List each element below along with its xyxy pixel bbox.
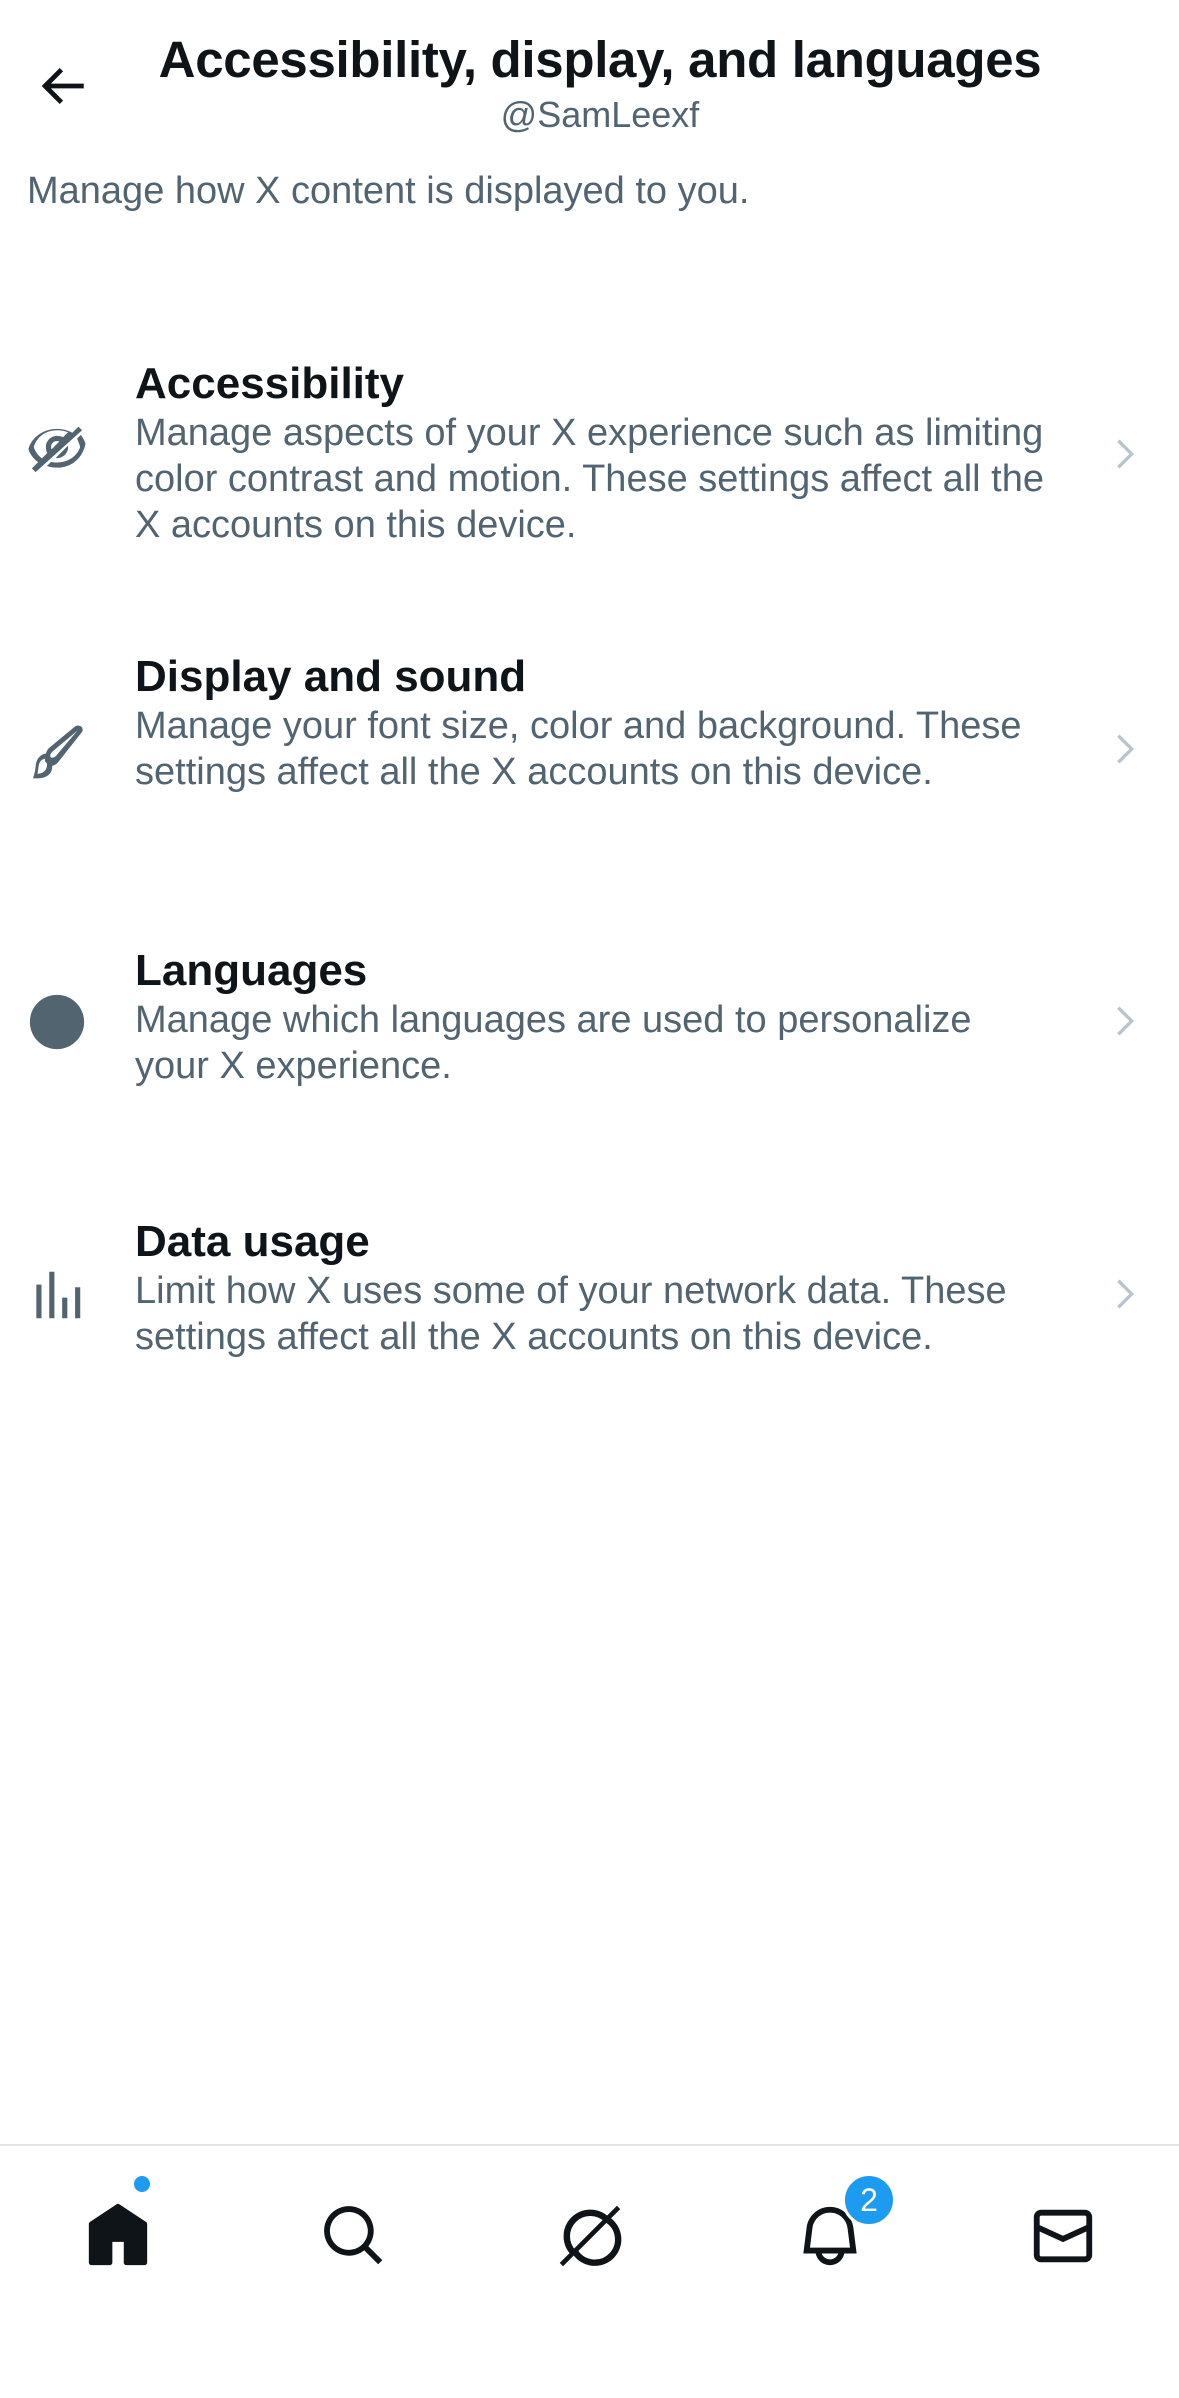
menu-item-accessibility[interactable]: Accessibility Manage aspects of your X e… — [0, 358, 1179, 558]
chevron-right-icon — [1105, 1001, 1145, 1041]
nav-home-button[interactable] — [68, 2186, 168, 2286]
page-description: Manage how X content is displayed to you… — [27, 170, 750, 212]
grok-icon — [559, 2205, 622, 2267]
menu-item-title: Languages — [135, 946, 368, 995]
chevron-right-icon — [1105, 1274, 1145, 1314]
mail-icon — [1033, 2209, 1093, 2263]
menu-item-display-and-sound[interactable]: Display and sound Manage your font size,… — [0, 651, 1179, 851]
menu-item-title: Data usage — [135, 1217, 370, 1266]
page-title: Accessibility, display, and languages — [158, 31, 1042, 88]
menu-item-description: Manage which languages are used to perso… — [135, 999, 972, 1087]
menu-item-description: Manage aspects of your X experience such… — [135, 412, 1044, 546]
menu-item-data-usage[interactable]: Data usage Limit how X uses some of your… — [0, 1216, 1179, 1366]
bottom-nav — [0, 2144, 1179, 2398]
menu-item-description: Manage your font size, color and backgro… — [135, 705, 1022, 793]
chevron-right-icon — [1105, 434, 1145, 474]
nav-grok-button[interactable] — [540, 2186, 640, 2286]
menu-item-title: Accessibility — [135, 359, 405, 408]
brush-icon — [26, 719, 88, 781]
nav-search-button[interactable] — [304, 2186, 404, 2286]
menu-item-title: Display and sound — [135, 652, 527, 701]
bar-chart-icon — [26, 1264, 88, 1326]
home-icon — [88, 2203, 148, 2266]
search-icon — [324, 2206, 383, 2265]
nav-messages-button[interactable] — [1013, 2186, 1113, 2286]
home-unread-dot — [134, 2176, 150, 2192]
eye-slash-icon — [26, 416, 88, 478]
menu-item-description: Limit how X uses some of your network da… — [135, 1270, 1007, 1358]
account-handle: @SamLeexf — [500, 94, 700, 135]
menu-item-languages[interactable]: Languages Manage which languages are use… — [0, 945, 1179, 1095]
header: Accessibility, display, and languages @S… — [0, 0, 1179, 150]
chevron-right-icon — [1105, 729, 1145, 769]
notification-count-badge: 2 — [842, 2173, 896, 2227]
globe-icon — [26, 991, 88, 1053]
